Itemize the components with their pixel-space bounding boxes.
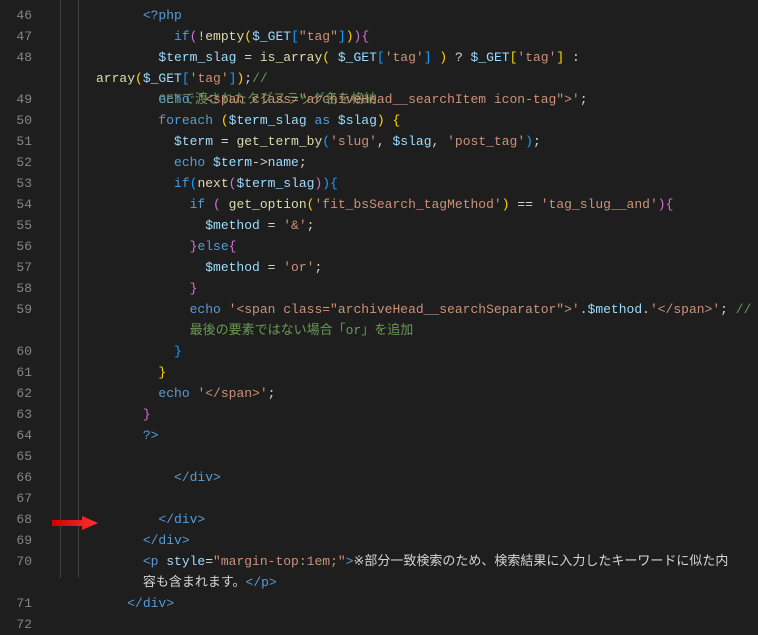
fold-column [46,0,60,578]
code-line[interactable]: ?> [96,425,758,446]
code-line[interactable]: if(!empty($_GET["tag"])){ [96,26,758,47]
code-line[interactable]: $method = 'or'; [96,257,758,278]
line-number: 55 [0,215,46,236]
line-number: 49 [0,89,46,110]
line-number: 57 [0,257,46,278]
code-line[interactable]: <p style="margin-top:1em;">※部分一致検索のため、検索… [96,551,758,593]
line-number: 59 [0,299,46,341]
code-line[interactable]: } [96,278,758,299]
line-number: 62 [0,383,46,404]
code-line[interactable]: echo '<span class="archiveHead__searchIt… [96,89,758,110]
code-line[interactable]: foreach ($term_slag as $slag) { [96,110,758,131]
code-line[interactable] [96,614,758,635]
line-number: 65 [0,446,46,467]
line-number: 54 [0,194,46,215]
line-number-gutter: 4647484950515253545556575859606162636465… [0,0,46,578]
line-number: 50 [0,110,46,131]
line-number: 61 [0,362,46,383]
code-line[interactable]: echo '</span>'; [96,383,758,404]
line-number: 48 [0,47,46,89]
line-number: 60 [0,341,46,362]
highlight-arrow-icon [50,515,100,531]
line-number: 47 [0,26,46,47]
line-number: 69 [0,530,46,551]
code-line[interactable]: <?php [96,5,758,26]
indent-guide-2 [78,0,96,578]
code-line[interactable]: } [96,362,758,383]
code-line[interactable] [96,488,758,509]
code-content[interactable]: <?php if(!empty($_GET["tag"])){ $term_sl… [96,0,758,578]
code-line[interactable]: </div> [96,509,758,530]
code-line[interactable]: </div> [96,530,758,551]
code-line[interactable]: } [96,341,758,362]
code-line[interactable]: $term = get_term_by('slug', $slag, 'post… [96,131,758,152]
code-line[interactable]: if ( get_option('fit_bsSearch_tagMethod'… [96,194,758,215]
line-number: 67 [0,488,46,509]
line-number: 71 [0,593,46,614]
line-number: 66 [0,467,46,488]
line-number: 70 [0,551,46,593]
line-number: 68 [0,509,46,530]
code-line[interactable]: if(next($term_slag)){ [96,173,758,194]
line-number: 52 [0,152,46,173]
line-number: 64 [0,425,46,446]
indent-guide-1 [60,0,78,578]
code-line[interactable]: $term_slag = is_array( $_GET['tag'] ) ? … [96,47,758,89]
line-number: 58 [0,278,46,299]
line-number: 63 [0,404,46,425]
line-number: 72 [0,614,46,635]
code-line[interactable]: } [96,404,758,425]
code-line[interactable]: </div> [96,593,758,614]
line-number: 46 [0,5,46,26]
line-number: 53 [0,173,46,194]
line-number: 51 [0,131,46,152]
code-editor[interactable]: 4647484950515253545556575859606162636465… [0,0,758,578]
code-line[interactable]: </div> [96,467,758,488]
code-line[interactable]: $method = '&'; [96,215,758,236]
line-number: 56 [0,236,46,257]
code-line[interactable] [96,446,758,467]
code-line[interactable]: echo $term->name; [96,152,758,173]
code-line[interactable]: echo '<span class="archiveHead__searchSe… [96,299,758,341]
code-line[interactable]: }else{ [96,236,758,257]
